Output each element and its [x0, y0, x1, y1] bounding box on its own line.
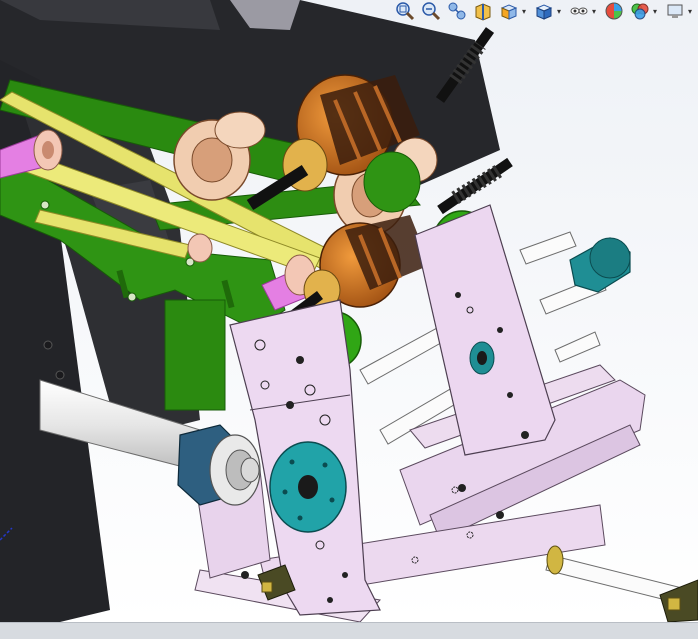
chevron-down-icon[interactable]: ▾	[590, 0, 598, 22]
cad-application: ▾ ▾ ▾ ▾ ▾	[0, 0, 698, 639]
apply-scene-button[interactable]: ▾	[628, 0, 661, 22]
view-settings-icon	[667, 4, 683, 18]
previous-view-icon	[448, 2, 466, 20]
section-view-button[interactable]	[471, 0, 495, 22]
display-style-button[interactable]: ▾	[532, 0, 565, 22]
teal-flange-disc[interactable]	[269, 441, 347, 533]
view-orientation-button[interactable]: ▾	[497, 0, 530, 22]
section-view-icon	[475, 3, 491, 21]
graphics-viewport[interactable]	[0, 0, 698, 622]
view-orientation-icon	[500, 4, 518, 20]
status-bar	[0, 622, 698, 639]
zoom-to-fit-button[interactable]	[393, 0, 417, 22]
zoom-to-area-icon	[422, 2, 441, 21]
chevron-down-icon[interactable]: ▾	[520, 0, 528, 22]
zoom-to-area-button[interactable]	[419, 0, 443, 22]
apply-scene-icon	[631, 3, 649, 20]
hide-show-items-button[interactable]: ▾	[567, 0, 600, 22]
display-style-icon	[535, 4, 553, 20]
edit-appearance-button[interactable]	[602, 0, 626, 22]
chevron-down-icon[interactable]: ▾	[555, 0, 563, 22]
heads-up-view-toolbar: ▾ ▾ ▾ ▾ ▾	[391, 0, 698, 22]
view-settings-button[interactable]: ▾	[663, 0, 696, 22]
chevron-down-icon[interactable]: ▾	[651, 0, 659, 22]
edit-appearance-icon	[605, 2, 623, 20]
previous-view-button[interactable]	[445, 0, 469, 22]
zoom-to-fit-icon	[396, 2, 415, 21]
chevron-down-icon[interactable]: ▾	[686, 0, 694, 22]
hide-show-items-icon	[570, 7, 588, 15]
